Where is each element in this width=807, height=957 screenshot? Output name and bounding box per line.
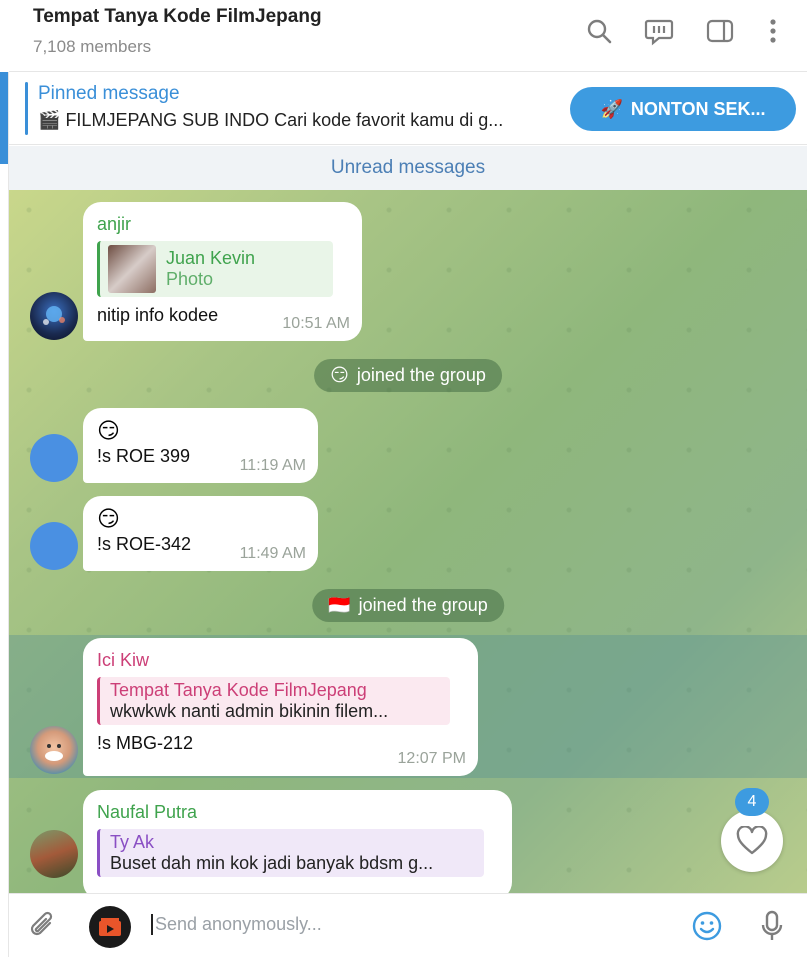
avatar[interactable] (30, 434, 78, 482)
service-message: 😏 joined the group (314, 359, 502, 392)
message-bubble[interactable]: 😏 !s ROE 399 11:19 AM (83, 408, 318, 483)
reactions-button[interactable] (721, 810, 783, 872)
topics-icon[interactable] (642, 14, 676, 48)
reply-preview[interactable]: Juan Kevin Photo (97, 241, 333, 297)
reply-preview[interactable]: Tempat Tanya Kode FilmJepang wkwkwk nant… (97, 677, 450, 725)
pinned-button-label: NONTON SEK... (630, 98, 766, 119)
sender-name[interactable]: anjir (97, 214, 348, 235)
send-as-avatar[interactable] (89, 906, 131, 948)
sender-name[interactable]: Ici Kiw (97, 650, 464, 671)
avatar[interactable] (30, 522, 78, 570)
pinned-message-bar[interactable]: Pinned message 🎬 FILMJEPANG SUB INDO Car… (9, 73, 807, 145)
smirk-emoji-icon: 😏 (97, 506, 120, 531)
message-bubble[interactable]: anjir Juan Kevin Photo nitip info kodee … (83, 202, 362, 341)
reply-sender: Tempat Tanya Kode FilmJepang (110, 680, 367, 700)
message-time: 10:51 AM (282, 315, 350, 332)
reply-text: Photo (166, 269, 214, 289)
reply-sender: Ty Ak (110, 832, 155, 852)
more-icon[interactable] (756, 14, 790, 48)
message-list[interactable]: anjir Juan Kevin Photo nitip info kodee … (9, 190, 807, 893)
reply-preview[interactable]: Ty Ak Buset dah min kok jadi banyak bdsm… (97, 829, 484, 877)
clapper-icon: 🎬 (38, 110, 61, 130)
message-bubble[interactable]: Ici Kiw Tempat Tanya Kode FilmJepang wkw… (83, 638, 478, 776)
message-time: 12:07 PM (397, 750, 466, 767)
chat-header[interactable]: Tempat Tanya Kode FilmJepang 7,108 membe… (9, 0, 807, 72)
rocket-icon: 🚀 (600, 98, 623, 119)
reply-sender: Juan Kevin (166, 248, 256, 268)
service-text: joined the group (358, 595, 488, 615)
microphone-icon[interactable] (754, 908, 790, 944)
service-message: 🇮🇩 joined the group (312, 589, 504, 622)
attach-icon[interactable] (25, 908, 61, 944)
message-composer[interactable]: Send anonymously... (9, 893, 807, 957)
reply-text: Buset dah min kok jadi banyak bdsm g... (110, 853, 434, 873)
smirk-emoji-icon: 😏 (97, 418, 120, 443)
pinned-action-button[interactable]: 🚀 NONTON SEK... (570, 87, 796, 131)
chat-list-strip (0, 72, 9, 957)
search-icon[interactable] (582, 14, 616, 48)
pinned-preview[interactable]: 🎬 FILMJEPANG SUB INDO Cari kode favorit … (38, 110, 558, 131)
unread-messages-divider: Unread messages (9, 146, 807, 190)
message-input[interactable]: Send anonymously... (151, 914, 322, 935)
avatar[interactable] (30, 830, 78, 878)
message-bubble[interactable]: Naufal Putra Ty Ak Buset dah min kok jad… (83, 790, 512, 893)
telegram-chat-window: Tempat Tanya Kode FilmJepang 7,108 membe… (0, 0, 807, 957)
heart-icon (736, 826, 768, 855)
message-bubble[interactable]: 😏 !s ROE-342 11:49 AM (83, 496, 318, 571)
message-time: 11:19 AM (239, 457, 306, 474)
pinned-indicator (25, 82, 28, 135)
sidebar-toggle-icon[interactable] (703, 14, 737, 48)
reply-text: wkwkwk nanti admin bikinin filem... (110, 701, 389, 721)
chat-title[interactable]: Tempat Tanya Kode FilmJepang (33, 6, 322, 28)
pinned-title: Pinned message (38, 83, 180, 104)
message-time: 11:49 AM (239, 545, 306, 562)
avatar[interactable] (30, 292, 78, 340)
sender-name[interactable]: Naufal Putra (97, 802, 498, 823)
emoji-icon[interactable] (689, 908, 725, 944)
photo-thumbnail (108, 245, 156, 293)
member-count: 7,108 members (33, 37, 152, 56)
reaction-count-badge[interactable]: 4 (735, 788, 769, 816)
pinned-text: FILMJEPANG SUB INDO Cari kode favorit ka… (65, 110, 504, 130)
avatar[interactable] (30, 726, 78, 774)
service-text: joined the group (356, 365, 486, 385)
indonesia-flag-icon: 🇮🇩 (328, 595, 351, 615)
smirk-emoji-icon: 😏 (330, 365, 349, 385)
active-chat-indicator (0, 72, 8, 164)
